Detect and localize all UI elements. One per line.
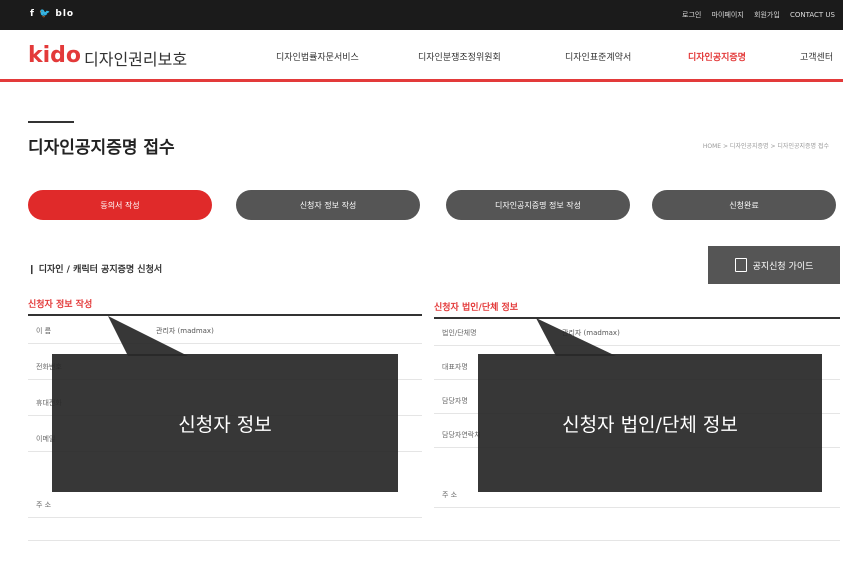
utility-links: 로그인 마이페이지 회원가입 CONTACT US <box>674 10 835 20</box>
nav-dispute-committee[interactable]: 디자인분쟁조정위원회 <box>418 50 501 63</box>
nav-design-certificate[interactable]: 디자인공지증명 <box>688 50 746 63</box>
login-link[interactable]: 로그인 <box>682 11 701 19</box>
applicant-info-overlay: 신청자 정보 <box>52 354 398 492</box>
corporate-info-overlay: 신청자 법인/단체 정보 <box>478 354 822 492</box>
guide-button[interactable]: 공지신청 가이드 <box>708 246 840 284</box>
form-row: 이 름 관리자 (madmax) <box>28 316 422 344</box>
top-bar: f 🐦 blo 로그인 마이페이지 회원가입 CONTACT US <box>0 0 843 30</box>
title-divider <box>28 121 74 123</box>
guide-button-label: 공지신청 가이드 <box>752 261 814 272</box>
corporate-callout-pointer <box>536 318 616 356</box>
nav-standard-contract[interactable]: 디자인표준계약서 <box>565 50 631 63</box>
social-links[interactable]: f 🐦 blo <box>30 9 74 19</box>
signup-link[interactable]: 회원가입 <box>754 11 780 19</box>
step-certificate-info[interactable]: 디자인공지증명 정보 작성 <box>446 190 630 220</box>
contact-link[interactable]: CONTACT US <box>790 11 835 19</box>
step-applicant-info[interactable]: 신청자 정보 작성 <box>236 190 420 220</box>
step-agreement[interactable]: 동의서 작성 <box>28 190 212 220</box>
bottom-divider <box>28 540 840 541</box>
form-row: 법인/단체명 관리자 (madmax) <box>434 318 840 346</box>
page-title: 디자인공지증명 접수 <box>28 138 175 158</box>
step-complete[interactable]: 신청완료 <box>652 190 836 220</box>
form-title: ❙ 디자인 / 캐릭터 공지증명 신청서 <box>28 265 163 275</box>
applicant-section-title: 신청자 정보 작성 <box>28 300 93 310</box>
corporate-section-title: 신청자 법인/단체 정보 <box>434 303 519 313</box>
nav-customer-center[interactable]: 고객센터 <box>800 50 833 63</box>
mypage-link[interactable]: 마이페이지 <box>712 11 744 19</box>
form-row: 주 소 <box>28 490 422 518</box>
header: kido 디자인권리보호 디자인법률자문서비스 디자인분쟁조정위원회 디자인표준… <box>0 30 843 82</box>
nav-legal-advice[interactable]: 디자인법률자문서비스 <box>276 50 359 63</box>
logo-text[interactable]: 디자인권리보호 <box>84 46 187 70</box>
applicant-callout-pointer <box>108 316 188 356</box>
document-icon <box>734 258 747 272</box>
logo[interactable]: kido <box>28 43 81 68</box>
breadcrumb: HOME > 디자인공지증명 > 디자인공지증명 접수 <box>702 143 829 150</box>
